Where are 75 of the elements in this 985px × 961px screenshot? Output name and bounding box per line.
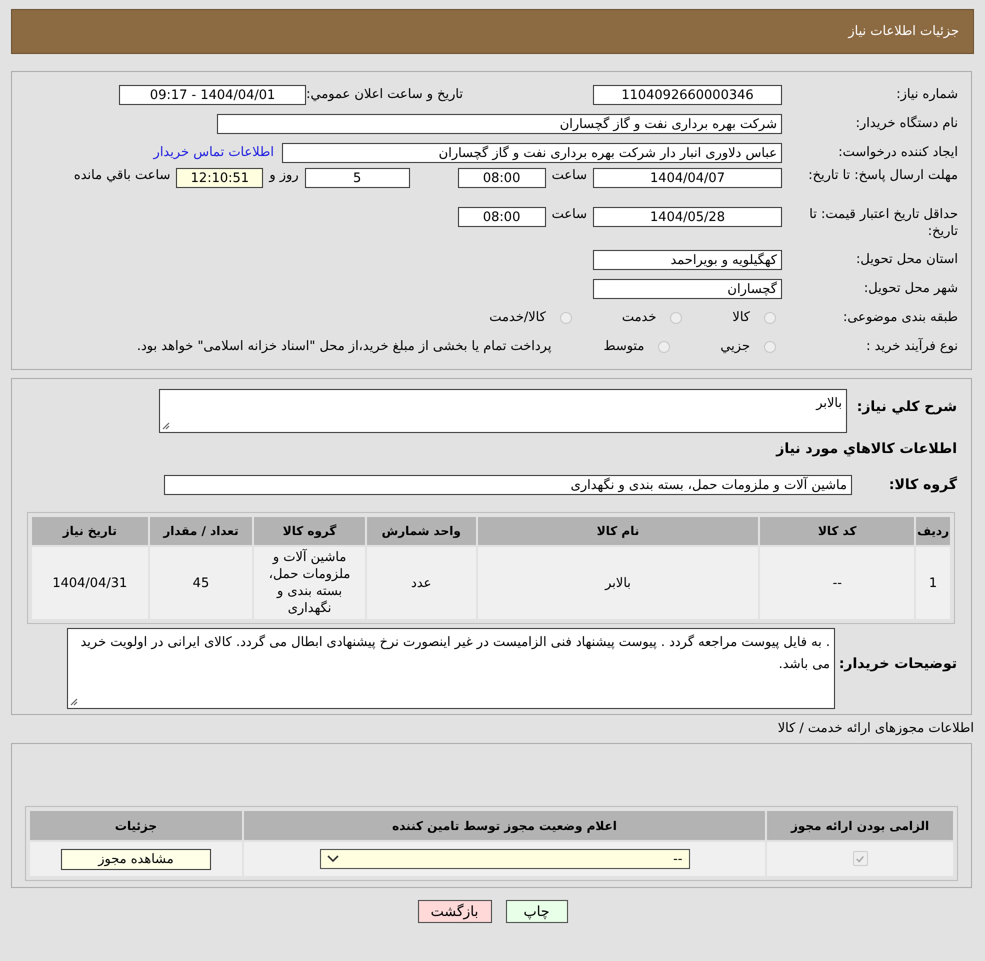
column-header: واحد شمارش bbox=[366, 517, 476, 545]
column-header: گروه کالا bbox=[254, 517, 365, 545]
input-field[interactable]: 1404/04/01 - 09:17 bbox=[119, 84, 306, 104]
chevron-icon bbox=[326, 855, 338, 863]
radio-button[interactable] bbox=[764, 340, 776, 352]
table-cell: 1 bbox=[916, 547, 950, 619]
radio-label: کالا bbox=[732, 310, 750, 325]
status-dropdown[interactable]: -- bbox=[320, 849, 690, 869]
field-label: ساعت باقي مانده bbox=[72, 168, 172, 183]
page-title: جزئیات اطلاعات نیاز bbox=[848, 24, 959, 39]
input-field[interactable]: 5 bbox=[304, 168, 410, 188]
timer-field[interactable]: 12:10:51 bbox=[176, 168, 264, 188]
field-label: گروه کالا: bbox=[888, 477, 957, 493]
radio-button[interactable] bbox=[764, 312, 776, 324]
table-cell: 45 bbox=[150, 547, 252, 619]
column-header: کد کالا bbox=[760, 517, 914, 545]
radio-label: جزيي bbox=[720, 339, 750, 354]
field-label: شهر محل تحویل: bbox=[862, 281, 958, 296]
column-header: اعلام وضعیت مجوز توسط تامین کننده bbox=[244, 811, 766, 840]
checkbox[interactable] bbox=[852, 851, 868, 866]
field-label: طبقه بندی موضوعی: bbox=[842, 310, 958, 325]
contact-link[interactable]: اطلاعات تماس خریدار bbox=[154, 145, 282, 160]
table-cell: ماشین آلات و ملزومات حمل، بسته بندی و نگهداری bbox=[254, 547, 365, 619]
input-field[interactable]: 1104092660000346 bbox=[593, 84, 782, 104]
field-label: مهلت ارسال پاسخ: تا تاریخ: bbox=[807, 167, 958, 184]
table-cell: عدد bbox=[366, 547, 476, 619]
description-text: بالابر bbox=[814, 396, 842, 411]
field-label: ساعت bbox=[550, 168, 588, 183]
column-header: الزامی بودن ارائه مجوز bbox=[767, 811, 953, 840]
print-button[interactable]: چاپ bbox=[506, 900, 568, 923]
field-label: ساعت bbox=[550, 207, 588, 222]
section-title: اطلاعات کالاهاي مورد نياز bbox=[774, 440, 958, 459]
field-label: تاریخ و ساعت اعلان عمومي: bbox=[306, 87, 463, 102]
input-field[interactable]: کهگیلویه و بویراحمد bbox=[593, 250, 782, 270]
radio-button[interactable] bbox=[560, 312, 572, 324]
column-header: تعداد / مقدار bbox=[150, 517, 252, 545]
notes-text: . به فایل پیوست مراجعه گردد . پیوست پیشنهاد فنی الزامیست در غیر اینصورت نرخ پیشنهادی ابطال می گردد. کالای ایرانی در اولویت خرید می باشد. bbox=[79, 634, 830, 674]
field-label: نام دستگاه خریدار: bbox=[854, 116, 958, 131]
column-header: جزئیات bbox=[30, 811, 242, 840]
field-label: ایجاد کننده درخواست: bbox=[837, 145, 958, 160]
section-title: اطلاعات مجوزهای ارائه خدمت / کالا bbox=[776, 721, 974, 738]
field-label: توضیحات خریدار: bbox=[838, 655, 957, 672]
field-label: حداقل تاریخ اعتبار قیمت: تا تاریخ: bbox=[808, 206, 958, 240]
field-label: استان محل تحویل: bbox=[855, 252, 958, 267]
field-label: نوع فرآیند خرید : bbox=[865, 339, 958, 354]
table-cell: 1404/04/31 bbox=[32, 547, 148, 619]
payment-note: پرداخت تمام یا بخشی از مبلغ خرید،از محل "اسناد خزانه اسلامی" خواهد بود. bbox=[136, 339, 552, 354]
field-label: شماره نیاز: bbox=[895, 87, 958, 102]
radio-label: کالا/خدمت bbox=[489, 310, 546, 325]
field-label: روز و bbox=[268, 168, 300, 183]
group-field[interactable]: ماشین آلات و ملزومات حمل، بسته بندی و نگهداری bbox=[164, 475, 852, 495]
column-header: ردیف bbox=[916, 517, 950, 545]
radio-button[interactable] bbox=[670, 312, 682, 324]
back-button[interactable]: بازگشت bbox=[418, 900, 492, 923]
input-field[interactable]: گچساران bbox=[593, 278, 782, 298]
table-cell: -- bbox=[760, 547, 914, 619]
notes-field[interactable]: . به فایل پیوست مراجعه گردد . پیوست پیشنهاد فنی الزامیست در غیر اینصورت نرخ پیشنهادی ابطال می گردد. کالای ایرانی در اولویت خرید می باشد. bbox=[67, 628, 835, 709]
resize-grip-icon bbox=[162, 422, 170, 430]
radio-label: خدمت bbox=[622, 310, 656, 325]
input-field[interactable]: 1404/05/28 bbox=[593, 207, 782, 227]
resize-grip-icon bbox=[70, 698, 78, 706]
description-field[interactable]: بالابر bbox=[159, 389, 847, 433]
column-header: تاریخ نیاز bbox=[32, 517, 148, 545]
input-field[interactable]: شرکت بهره برداری نفت و گاز گچساران bbox=[217, 114, 782, 134]
view-permit-button[interactable]: مشاهده مجوز bbox=[60, 848, 211, 870]
input-field[interactable]: 1404/04/07 bbox=[593, 168, 782, 188]
radio-label: متوسط bbox=[603, 339, 644, 354]
column-header: نام کالا bbox=[478, 517, 758, 545]
input-field[interactable]: 08:00 bbox=[458, 207, 546, 227]
table-cell: بالابر bbox=[478, 547, 758, 619]
input-field[interactable]: عباس دلاوری انبار دار شرکت بهره برداری نفت و گاز گچساران bbox=[282, 142, 782, 162]
field-label: شرح کلي نياز: bbox=[856, 398, 957, 415]
radio-button[interactable] bbox=[658, 340, 670, 352]
input-field[interactable]: 08:00 bbox=[458, 168, 546, 188]
check-icon bbox=[855, 854, 866, 864]
